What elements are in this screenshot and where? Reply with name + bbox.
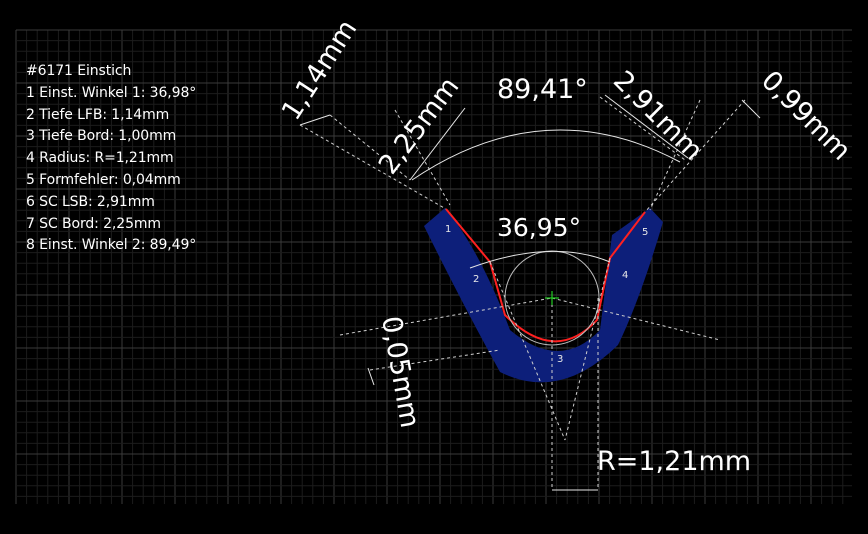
dim-angle-inner: 36,95° — [497, 213, 581, 242]
dim-radius: R=1,21mm — [597, 446, 751, 477]
segment-label-2: 2 — [473, 274, 479, 285]
info-line-8: 8 Einst. Winkel 2: 89,49° — [26, 237, 197, 254]
segment-label-1: 1 — [445, 224, 451, 235]
info-title: #6171 Einstich — [26, 63, 132, 79]
info-line-3: 3 Tiefe Bord: 1,00mm — [26, 128, 177, 145]
info-line-5: 5 Formfehler: 0,04mm — [26, 171, 181, 188]
info-line-2: 2 Tiefe LFB: 1,14mm — [26, 106, 170, 123]
info-line-7: 7 SC Bord: 2,25mm — [26, 215, 161, 232]
segment-label-5: 5 — [642, 227, 648, 238]
info-line-4: 4 Radius: R=1,21mm — [26, 150, 174, 167]
segment-label-3: 3 — [557, 354, 563, 365]
info-line-6: 6 SC LSB: 2,91mm — [26, 193, 155, 210]
dim-angle-outer: 89,41° — [497, 74, 588, 105]
segment-label-4: 4 — [622, 270, 628, 281]
measurement-info-panel: #6171 Einstich 1 Einst. Winkel 1: 36,98°… — [26, 61, 196, 257]
info-line-1: 1 Einst. Winkel 1: 36,98° — [26, 84, 197, 101]
